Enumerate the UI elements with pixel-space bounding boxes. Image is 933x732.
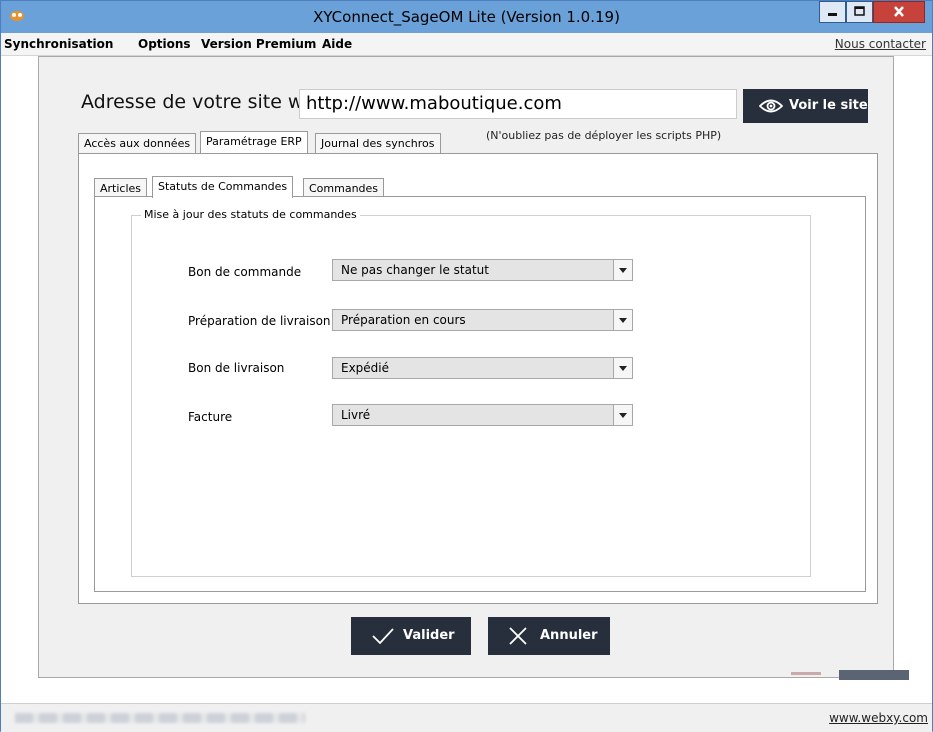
- tab-parametrage-erp[interactable]: Paramétrage ERP: [200, 131, 308, 153]
- menu-version-premium[interactable]: Version Premium: [201, 37, 316, 51]
- label-facture: Facture: [188, 410, 233, 424]
- eye-icon: [758, 98, 784, 118]
- label-bon-livraison: Bon de livraison: [188, 361, 285, 375]
- view-site-button[interactable]: Voir le site: [743, 89, 868, 123]
- menu-aide[interactable]: Aide: [322, 37, 352, 51]
- app-window: XYConnect_SageOM Lite (Version 1.0.19) S…: [0, 0, 933, 732]
- cancel-label: Annuler: [540, 628, 598, 643]
- minimize-button[interactable]: [819, 1, 846, 23]
- select-value: Préparation en cours: [341, 313, 466, 327]
- site-url-input[interactable]: http://www.maboutique.com: [299, 89, 737, 119]
- cancel-button[interactable]: Annuler: [488, 617, 610, 655]
- close-icon: [508, 626, 528, 650]
- check-icon: [371, 627, 395, 649]
- php-note: (N'oubliez pas de déployer les scripts P…: [486, 129, 722, 142]
- select-preparation-livraison[interactable]: Préparation en cours: [332, 309, 633, 331]
- group-title: Mise à jour des statuts de commandes: [141, 208, 360, 221]
- validate-button[interactable]: Valider: [351, 617, 471, 655]
- select-value: Livré: [341, 408, 371, 422]
- tab-journal-synchros[interactable]: Journal des synchros: [315, 133, 441, 153]
- menu-bar: Synchronisation Options Version Premium …: [1, 33, 932, 56]
- chevron-down-icon[interactable]: [613, 310, 632, 330]
- tab-articles[interactable]: Articles: [94, 178, 148, 198]
- select-value: Ne pas changer le statut: [341, 263, 489, 277]
- window-title: XYConnect_SageOM Lite (Version 1.0.19): [313, 8, 620, 26]
- tab-commandes[interactable]: Commandes: [303, 178, 385, 198]
- chevron-down-icon[interactable]: [613, 260, 632, 280]
- maximize-button[interactable]: [846, 1, 873, 23]
- label-preparation-livraison: Préparation de livraison: [188, 314, 331, 328]
- status-bar: www.webxy.com: [1, 703, 932, 732]
- menu-synchronisation[interactable]: Synchronisation: [4, 37, 113, 51]
- label-bon-commande: Bon de commande: [188, 265, 302, 279]
- title-bar[interactable]: XYConnect_SageOM Lite (Version 1.0.19): [1, 1, 932, 33]
- select-bon-commande[interactable]: Ne pas changer le statut: [332, 259, 633, 281]
- select-value: Expédié: [341, 361, 390, 375]
- premium-logo: [791, 668, 911, 680]
- view-site-label: Voir le site: [789, 98, 868, 113]
- validate-label: Valider: [403, 628, 455, 643]
- chevron-down-icon[interactable]: [613, 405, 632, 425]
- blurred-status-text: [15, 713, 305, 723]
- menu-options[interactable]: Options: [138, 37, 191, 51]
- chevron-down-icon[interactable]: [613, 358, 632, 378]
- webxy-link[interactable]: www.webxy.com: [829, 711, 928, 725]
- tab-statuts-commandes[interactable]: Statuts de Commandes: [152, 176, 294, 198]
- select-facture[interactable]: Livré: [332, 404, 633, 426]
- tab-acces-donnees[interactable]: Accès aux données: [78, 133, 197, 153]
- select-bon-livraison[interactable]: Expédié: [332, 357, 633, 379]
- close-button[interactable]: [873, 1, 925, 23]
- contact-link[interactable]: Nous contacter: [835, 37, 926, 51]
